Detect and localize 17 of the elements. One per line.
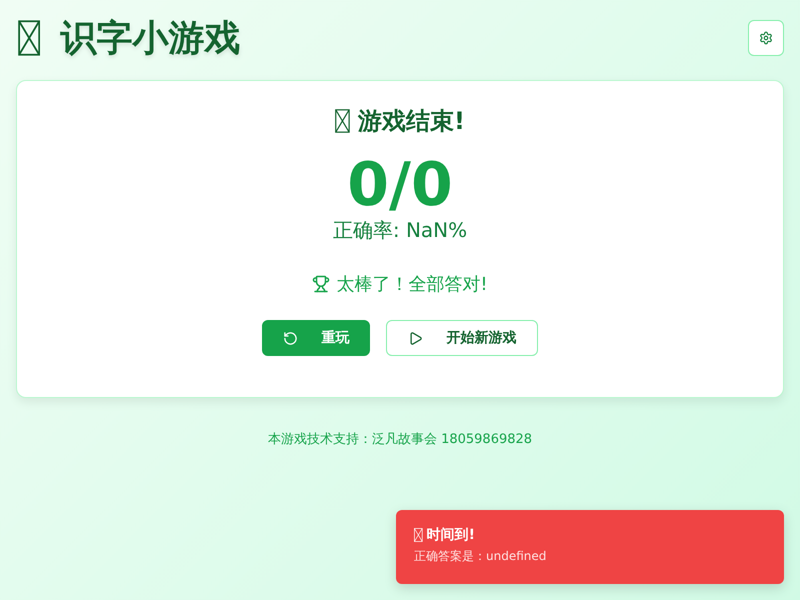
toast-title: 时间到! (426, 526, 476, 544)
accuracy: 正确率: NaN% (332, 217, 468, 244)
result-title: 游戏结束! (358, 106, 465, 137)
settings-button[interactable] (748, 20, 784, 56)
result-message: 太棒了！全部答对! (336, 273, 488, 296)
crossed-box-icon (18, 20, 40, 56)
new-game-button[interactable]: 开始新游戏 (386, 320, 538, 356)
score: 0/0 (347, 155, 453, 215)
footer-text: 本游戏技术支持：泛凡故事会 18059869828 (268, 432, 532, 447)
toast-message: 正确答案是：undefined (414, 548, 548, 565)
rotate-arrow-icon (282, 330, 298, 346)
trophy-icon (312, 275, 330, 293)
crossed-box-icon (335, 109, 350, 133)
crossed-box-icon (414, 528, 423, 542)
app-title: 识字小游戏 (60, 16, 240, 60)
play-icon (408, 330, 422, 346)
settings-icon (759, 31, 773, 45)
